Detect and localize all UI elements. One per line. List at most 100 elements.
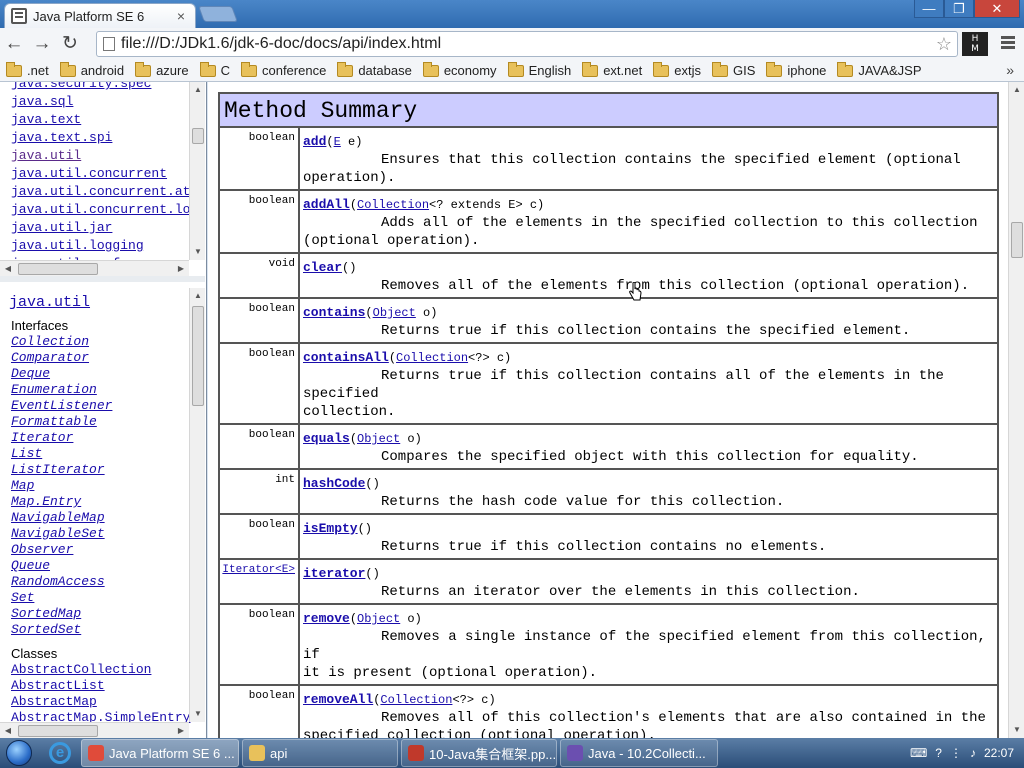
bookmark-folder[interactable]: conference (240, 61, 326, 78)
class-link[interactable]: AbstractCollection (11, 662, 190, 678)
interface-link[interactable]: Map (11, 478, 112, 494)
bookmark-folder[interactable]: GIS (711, 61, 755, 78)
interface-link[interactable]: Set (11, 590, 112, 606)
method-name-link[interactable]: iterator (303, 566, 365, 581)
method-name-link[interactable]: equals (303, 431, 350, 446)
maximize-button[interactable]: ❐ (944, 0, 974, 18)
bookmark-folder[interactable]: English (507, 61, 571, 78)
bookmarks-overflow-icon[interactable]: » (1006, 62, 1014, 78)
package-link[interactable]: java.util.logging (11, 237, 205, 255)
scrollbar-thumb[interactable] (192, 306, 204, 406)
class-link[interactable]: AbstractList (11, 678, 190, 694)
package-link[interactable]: java.util (11, 147, 205, 165)
method-name-link[interactable]: contains (303, 305, 365, 320)
scrollbar-thumb[interactable] (18, 725, 98, 737)
packages-vertical-scrollbar[interactable]: ▲ ▼ (189, 82, 205, 260)
interface-link[interactable]: Collection (11, 334, 112, 350)
method-name-link[interactable]: isEmpty (303, 521, 358, 536)
method-name-link[interactable]: removeAll (303, 692, 373, 707)
bookmark-folder[interactable]: .net (6, 61, 49, 78)
bookmark-folder[interactable]: economy (422, 61, 497, 78)
network-icon[interactable]: ⋮ (950, 746, 962, 760)
packages-horizontal-scrollbar[interactable]: ◀ ▶ (0, 260, 189, 276)
help-icon[interactable]: ? (935, 746, 942, 760)
bookmark-folder[interactable]: JAVA&JSP (837, 61, 922, 78)
forward-button[interactable]: → (28, 30, 56, 58)
method-name-link[interactable]: clear (303, 260, 342, 275)
scroll-up-arrow-icon[interactable]: ▲ (1009, 82, 1024, 98)
interface-link[interactable]: Map.Entry (11, 494, 112, 510)
taskbar-button[interactable]: api (242, 739, 398, 767)
bookmark-folder[interactable]: database (337, 61, 412, 78)
taskbar-button[interactable]: Java Platform SE 6 ... (81, 739, 239, 767)
scrollbar-thumb[interactable] (1011, 222, 1023, 258)
back-button[interactable]: ← (0, 30, 28, 58)
parameter-type-link[interactable]: Collection (380, 693, 452, 707)
url-text[interactable]: file:///D:/JDk1.6/jdk-6-doc/docs/api/ind… (121, 35, 931, 53)
return-type[interactable]: Iterator<E> (222, 564, 295, 576)
taskbar-button[interactable]: 10-Java集合框架.pp... (401, 739, 557, 767)
method-name-link[interactable]: containsAll (303, 350, 389, 365)
interface-link[interactable]: Formattable (11, 414, 112, 430)
clock[interactable]: 22:07 (984, 746, 1014, 760)
address-bar[interactable]: file:///D:/JDk1.6/jdk-6-doc/docs/api/ind… (96, 31, 958, 57)
taskbar-button[interactable]: Java - 10.2Collecti... (560, 739, 718, 767)
scroll-up-arrow-icon[interactable]: ▲ (190, 82, 205, 98)
scroll-right-arrow-icon[interactable]: ▶ (173, 723, 189, 738)
bookmark-star-icon[interactable]: ☆ (931, 34, 957, 55)
package-link[interactable]: java.util.concurrent (11, 165, 205, 183)
parameter-type-link[interactable]: Object (373, 306, 416, 320)
interface-link[interactable]: List (11, 446, 112, 462)
interface-link[interactable]: Observer (11, 542, 112, 558)
reload-button[interactable]: ↻ (56, 30, 84, 58)
package-link[interactable]: java.security.spec (11, 82, 205, 93)
parameter-type-link[interactable]: Object (357, 432, 400, 446)
interface-link[interactable]: Iterator (11, 430, 112, 446)
scroll-down-arrow-icon[interactable]: ▼ (1009, 722, 1024, 738)
bookmark-folder[interactable]: android (59, 61, 124, 78)
method-name-link[interactable]: addAll (303, 197, 350, 212)
package-link[interactable]: java.util.concurrent.atom (11, 183, 205, 201)
menu-icon[interactable] (998, 34, 1018, 54)
scroll-down-arrow-icon[interactable]: ▼ (190, 706, 205, 722)
start-button[interactable] (0, 738, 38, 768)
interface-link[interactable]: EventListener (11, 398, 112, 414)
method-name-link[interactable]: remove (303, 611, 350, 626)
parameter-type-link[interactable]: Object (357, 612, 400, 626)
package-link[interactable]: java.util.concurrent.lock (11, 201, 205, 219)
internet-explorer-pin[interactable]: e (42, 738, 78, 768)
scroll-up-arrow-icon[interactable]: ▲ (190, 288, 205, 304)
classes-vertical-scrollbar[interactable]: ▲ ▼ (189, 288, 205, 722)
scroll-right-arrow-icon[interactable]: ▶ (173, 261, 189, 276)
interface-link[interactable]: NavigableMap (11, 510, 112, 526)
browser-tab[interactable]: Java Platform SE 6 × (4, 3, 196, 28)
bookmark-folder[interactable]: C (199, 61, 230, 78)
interface-link[interactable]: Enumeration (11, 382, 112, 398)
package-link[interactable]: java.util.jar (11, 219, 205, 237)
interface-link[interactable]: SortedSet (11, 622, 112, 638)
tab-close-icon[interactable]: × (173, 8, 189, 24)
interface-link[interactable]: ListIterator (11, 462, 112, 478)
package-link[interactable]: java.sql (11, 93, 205, 111)
method-name-link[interactable]: hashCode (303, 476, 365, 491)
volume-icon[interactable]: ♪ (970, 746, 976, 760)
close-button[interactable]: ✕ (974, 0, 1020, 18)
class-link[interactable]: AbstractMap (11, 694, 190, 710)
scroll-down-arrow-icon[interactable]: ▼ (190, 244, 205, 260)
bookmark-folder[interactable]: azure (135, 61, 189, 78)
classes-horizontal-scrollbar[interactable]: ◀ ▶ (0, 722, 189, 738)
package-link[interactable]: java.text.spi (11, 129, 205, 147)
scrollbar-thumb[interactable] (18, 263, 98, 275)
package-link[interactable]: java.text (11, 111, 205, 129)
parameter-type-link[interactable]: Collection (357, 198, 429, 212)
parameter-type-link[interactable]: Collection (396, 351, 468, 365)
method-name-link[interactable]: add (303, 134, 326, 149)
bookmark-folder[interactable]: ext.net (582, 61, 642, 78)
interface-link[interactable]: Deque (11, 366, 112, 382)
package-heading-link[interactable]: java.util (9, 294, 90, 311)
bookmark-folder[interactable]: extjs (653, 61, 701, 78)
bookmark-folder[interactable]: iphone (766, 61, 826, 78)
new-tab-button[interactable] (198, 6, 238, 22)
scrollbar-thumb[interactable] (192, 128, 204, 144)
parameter-type-link[interactable]: E (334, 135, 341, 149)
